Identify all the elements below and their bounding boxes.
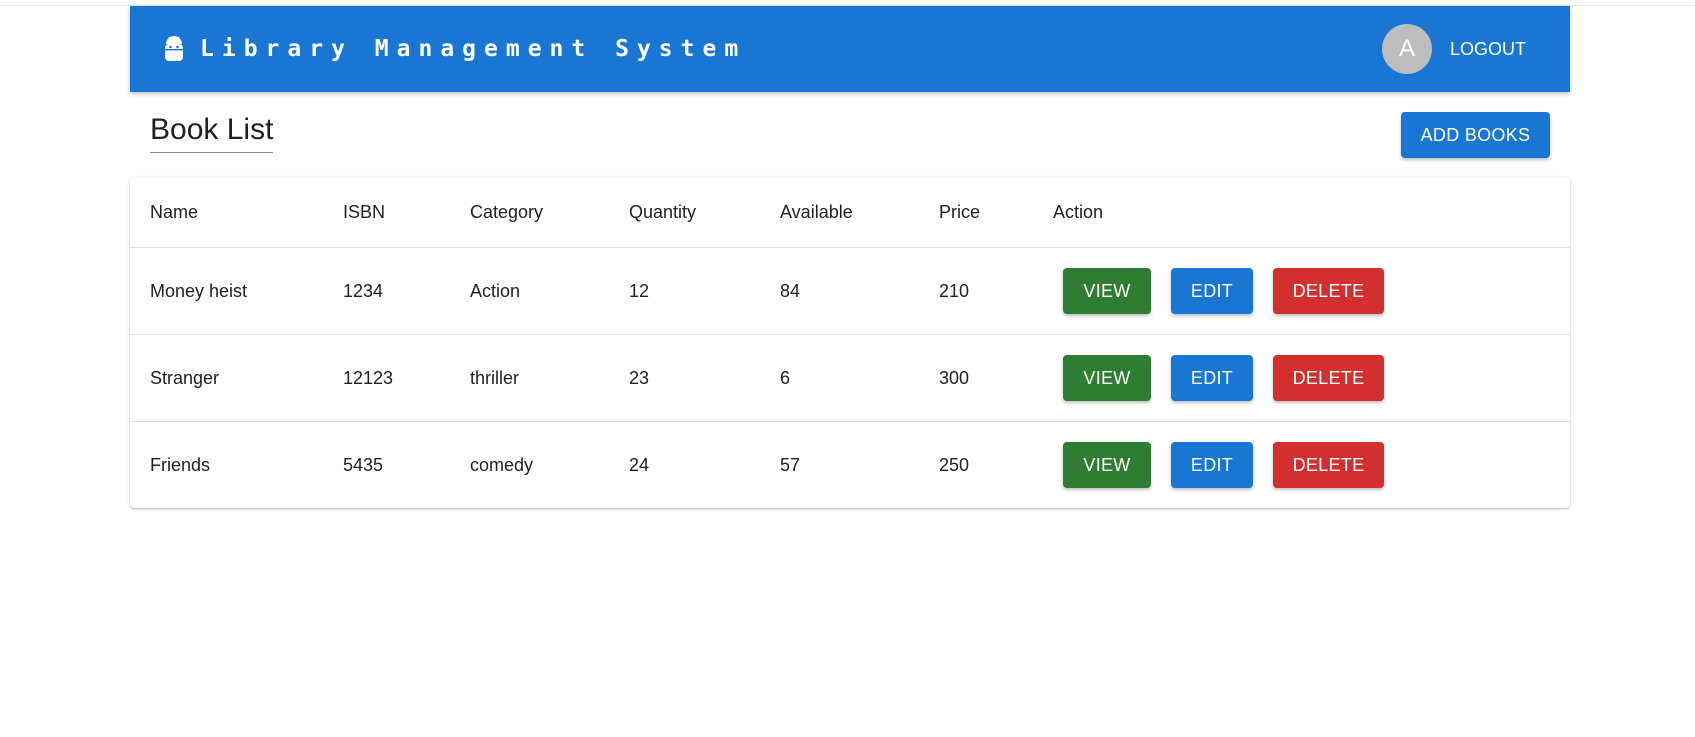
cell-category: Action [450,247,609,335]
cell-available: 84 [760,247,919,335]
view-button[interactable]: VIEW [1063,442,1151,488]
app-title: Library Management System [200,36,747,62]
view-button[interactable]: VIEW [1063,268,1151,314]
header-price: Price [919,177,1033,248]
cell-isbn: 5435 [343,454,384,475]
cell-price: 210 [919,247,1033,335]
header-available: Available [760,177,919,248]
avatar[interactable]: A [1381,24,1432,74]
cell-quantity: 12 [609,247,760,335]
page-title: Book List [150,112,274,153]
delete-button[interactable]: DELETE [1273,442,1384,488]
row-actions: VIEW EDIT DELETE [1053,355,1570,401]
cell-isbn: 12123 [323,334,450,422]
edit-button[interactable]: EDIT [1171,355,1253,401]
row-actions: VIEW EDIT DELETE [1053,268,1570,314]
cell-price: 250 [939,454,970,475]
logout-button[interactable]: LOGOUT [1442,33,1534,66]
cell-actions: VIEW EDIT DELETE [1033,422,1570,509]
delete-button[interactable]: DELETE [1273,268,1384,314]
cell-available: 6 [760,334,919,422]
app-bar: Library Management System A LOGOUT [130,6,1570,92]
cell-quantity: 23 [609,334,760,422]
edit-button[interactable]: EDIT [1171,268,1253,314]
cell-price: 300 [919,334,1033,422]
cell-category: thriller [450,334,609,422]
edit-button[interactable]: EDIT [1171,442,1253,488]
cell-name: Stranger [130,334,323,422]
header-name: Name [130,177,323,248]
row-actions: VIEW EDIT DELETE [1053,442,1570,488]
header-category: Category [450,177,609,248]
android-icon [164,35,184,63]
book-table: Name ISBN Category Quantity Available Pr… [130,177,1570,508]
page-container: Library Management System A LOGOUT Book … [130,6,1570,180]
user-area: A LOGOUT [1381,24,1534,74]
cell-quantity: 24 [629,454,650,475]
cell-name: Friends [150,454,211,475]
cell-isbn: 1234 [323,247,450,335]
header-quantity: Quantity [609,177,760,248]
delete-button[interactable]: DELETE [1273,355,1384,401]
add-books-button[interactable]: ADD BOOKS [1401,112,1550,158]
table-row: Money heist 1234 Action 12 84 210 VIEW E… [130,247,1570,335]
book-table-card: Name ISBN Category Quantity Available Pr… [130,177,1570,508]
table-row: Stranger 12123 thriller 23 6 300 VIEW ED… [130,334,1570,422]
page-header: Book List [130,92,1570,180]
cell-available: 57 [780,454,801,475]
cell-name: Money heist [130,247,323,335]
view-button[interactable]: VIEW [1063,355,1151,401]
header-isbn: ISBN [323,177,450,248]
cell-category: comedy [470,454,534,475]
table-row: Friends 5435 comedy 24 57 250 VIEW EDIT … [130,422,1570,509]
cell-actions: VIEW EDIT DELETE [1033,334,1570,422]
header-action: Action [1033,177,1570,248]
brand: Library Management System [164,35,746,63]
cell-actions: VIEW EDIT DELETE [1033,247,1570,335]
table-header-row: Name ISBN Category Quantity Available Pr… [130,177,1570,248]
